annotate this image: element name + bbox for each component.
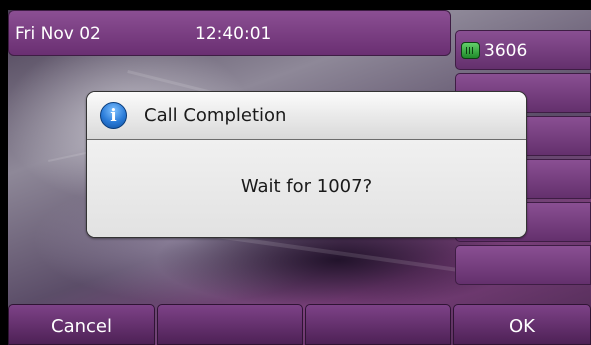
- softkey-bar: Cancel OK: [8, 304, 591, 345]
- softkey-3[interactable]: [305, 304, 451, 345]
- time-label: 12:40:01: [195, 24, 272, 44]
- dialog-title: Call Completion: [144, 105, 287, 126]
- dialog-header: i Call Completion: [87, 92, 526, 140]
- dialog-message: Wait for 1007?: [240, 176, 373, 197]
- status-bar: Fri Nov 02 12:40:01: [8, 10, 451, 56]
- cancel-softkey[interactable]: Cancel: [8, 304, 155, 345]
- dialog-body: Wait for 1007?: [87, 140, 526, 237]
- phone-screen: Fri Nov 02 12:40:01 3606 Cancel OK i Cal…: [8, 10, 591, 345]
- info-icon: i: [100, 102, 127, 129]
- line-key-label: 3606: [484, 41, 528, 61]
- call-completion-dialog: i Call Completion Wait for 1007?: [86, 91, 527, 238]
- phone-line-icon: [461, 42, 480, 59]
- date-label: Fri Nov 02: [15, 24, 101, 44]
- line-key-6[interactable]: [455, 245, 591, 285]
- softkey-2[interactable]: [157, 304, 303, 345]
- ok-softkey[interactable]: OK: [453, 304, 591, 345]
- line-key-1[interactable]: 3606: [455, 30, 591, 70]
